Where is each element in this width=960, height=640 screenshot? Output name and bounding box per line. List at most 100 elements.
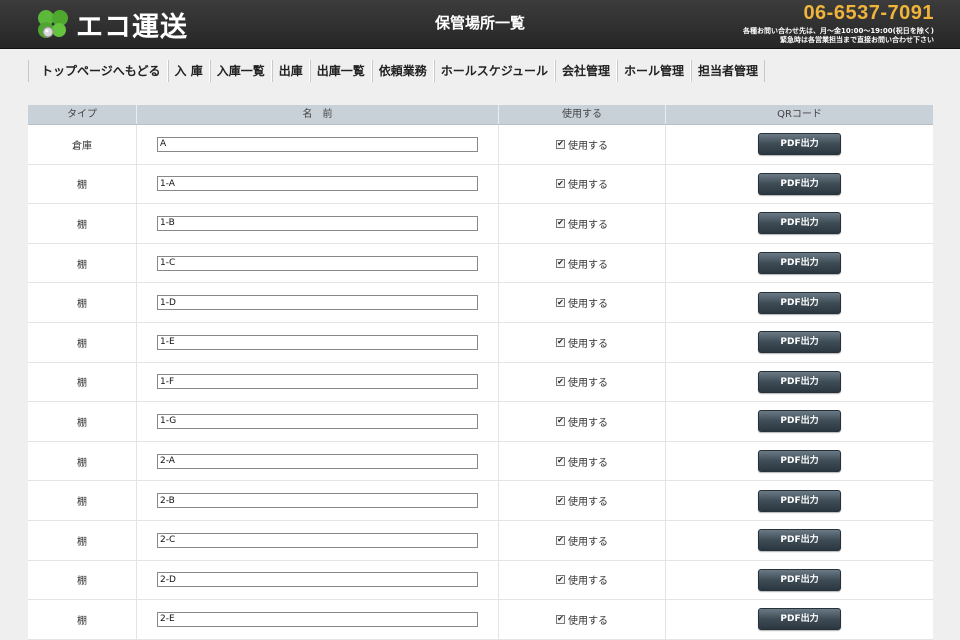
name-input[interactable] <box>157 453 478 469</box>
cell-type: 棚 <box>28 362 137 402</box>
use-checkbox[interactable]: ✔ <box>556 377 565 387</box>
pdf-export-button[interactable]: PDF出力 <box>758 252 841 275</box>
pdf-export-button[interactable]: PDF出力 <box>758 529 841 552</box>
name-input[interactable] <box>157 532 478 548</box>
cell-type: 棚 <box>28 520 137 560</box>
pdf-export-button[interactable]: PDF出力 <box>758 370 841 393</box>
name-input[interactable] <box>157 611 478 627</box>
use-checkbox-label[interactable]: ✔ 使用する <box>556 533 608 548</box>
pdf-export-button[interactable]: PDF出力 <box>758 331 841 354</box>
use-checkbox-label[interactable]: ✔ 使用する <box>556 414 608 429</box>
cell-use: ✔ 使用する <box>499 243 666 283</box>
use-checkbox-label[interactable]: ✔ 使用する <box>556 216 608 231</box>
col-header-qr: QRコード <box>777 109 822 120</box>
use-checkbox[interactable]: ✔ <box>556 416 565 426</box>
name-input[interactable] <box>157 295 478 311</box>
use-checkbox-label[interactable]: ✔ 使用する <box>556 335 608 350</box>
cell-use: ✔ 使用する <box>499 164 666 204</box>
use-label: 使用する <box>568 180 608 192</box>
cell-type: 棚 <box>28 322 137 362</box>
table-row: 棚 ✔ 使用する PDF出力 <box>28 481 933 521</box>
use-checkbox-label[interactable]: ✔ 使用する <box>556 137 608 152</box>
type-text: 棚 <box>77 536 87 548</box>
use-checkbox[interactable]: ✔ <box>556 218 565 228</box>
cell-type: 倉庫 <box>28 125 137 164</box>
logo[interactable]: エコ運送 <box>34 6 188 43</box>
name-input[interactable] <box>157 255 478 271</box>
nav-item-receiving[interactable]: 入 庫 <box>167 60 210 82</box>
pdf-export-button[interactable]: PDF出力 <box>758 608 841 631</box>
use-checkbox[interactable]: ✔ <box>556 258 565 268</box>
use-checkbox-label[interactable]: ✔ 使用する <box>556 612 608 627</box>
name-input[interactable] <box>157 136 478 152</box>
logo-text: エコ運送 <box>76 11 188 43</box>
type-text: 棚 <box>77 219 87 231</box>
pdf-export-button[interactable]: PDF出力 <box>758 450 841 473</box>
use-label: 使用する <box>568 140 608 152</box>
cell-qr: PDF出力 <box>666 323 933 362</box>
use-label: 使用する <box>568 259 608 271</box>
use-checkbox[interactable]: ✔ <box>556 614 565 624</box>
cell-qr: PDF出力 <box>666 283 933 322</box>
table-row: 棚 ✔ 使用する PDF出力 <box>28 362 933 403</box>
use-checkbox-label[interactable]: ✔ 使用する <box>556 374 608 389</box>
nav-item-top[interactable]: トップページへもどる <box>28 60 168 82</box>
use-checkbox-label[interactable]: ✔ 使用する <box>556 454 608 469</box>
use-label: 使用する <box>568 536 608 548</box>
table-row: 棚 ✔ 使用する PDF出力 <box>28 243 933 284</box>
use-checkbox[interactable]: ✔ <box>556 179 565 189</box>
use-checkbox[interactable]: ✔ <box>556 456 565 466</box>
name-input[interactable] <box>157 413 478 429</box>
pdf-export-button[interactable]: PDF出力 <box>758 568 841 591</box>
use-checkbox[interactable]: ✔ <box>556 139 565 149</box>
nav-item-staff-admin[interactable]: 担当者管理 <box>690 60 765 82</box>
use-checkbox[interactable]: ✔ <box>556 298 565 308</box>
use-checkbox[interactable]: ✔ <box>556 337 565 347</box>
pdf-export-button[interactable]: PDF出力 <box>758 291 841 314</box>
use-checkbox-label[interactable]: ✔ 使用する <box>556 572 608 587</box>
nav-item-receiving-list[interactable]: 入庫一覧 <box>209 60 272 82</box>
pdf-export-button[interactable]: PDF出力 <box>758 133 841 156</box>
cell-use: ✔ 使用する <box>499 283 666 322</box>
use-checkbox-label[interactable]: ✔ 使用する <box>556 176 608 191</box>
nav-item-requests[interactable]: 依頼業務 <box>371 60 434 82</box>
pdf-export-button[interactable]: PDF出力 <box>758 212 841 235</box>
use-checkbox-label[interactable]: ✔ 使用する <box>556 295 608 310</box>
name-input[interactable] <box>157 374 478 390</box>
name-input[interactable] <box>157 215 478 231</box>
cell-use: ✔ 使用する <box>499 600 666 639</box>
site-header: エコ運送 保管場所一覧 06-6537-7091 各種お問い合わせ先は、月〜金1… <box>0 0 960 49</box>
table-row: 棚 ✔ 使用する PDF出力 <box>28 402 933 442</box>
table-row: 倉庫 ✔ 使用する PDF出力 <box>28 125 933 165</box>
phone-number: 06-6537-7091 <box>803 2 934 24</box>
clover-logo-icon <box>38 10 68 38</box>
cell-name <box>137 204 499 243</box>
cell-use: ✔ 使用する <box>499 362 666 402</box>
use-checkbox-label[interactable]: ✔ 使用する <box>556 493 608 508</box>
name-input[interactable] <box>157 334 478 350</box>
cell-qr: PDF出力 <box>666 600 933 639</box>
nav-item-hall-schedule[interactable]: ホールスケジュール <box>433 60 555 82</box>
nav-item-shipping-list[interactable]: 出庫一覧 <box>309 60 372 82</box>
nav-item-company-admin[interactable]: 会社管理 <box>554 60 617 82</box>
name-input[interactable] <box>157 572 478 588</box>
use-checkbox[interactable]: ✔ <box>556 496 565 506</box>
use-checkbox-label[interactable]: ✔ 使用する <box>556 256 608 271</box>
cell-qr: PDF出力 <box>666 402 933 441</box>
name-input[interactable] <box>157 493 478 509</box>
pdf-export-button[interactable]: PDF出力 <box>758 489 841 512</box>
use-checkbox[interactable]: ✔ <box>556 575 565 585</box>
table-row: 棚 ✔ 使用する PDF出力 <box>28 441 933 482</box>
use-checkbox[interactable]: ✔ <box>556 535 565 545</box>
col-header-use: 使用する <box>499 105 666 124</box>
pdf-export-button[interactable]: PDF出力 <box>758 410 841 433</box>
cell-name <box>137 560 499 600</box>
cell-type: 棚 <box>28 560 137 600</box>
col-header-type: タイプ <box>28 105 137 124</box>
type-text: 棚 <box>77 259 87 271</box>
pdf-export-button[interactable]: PDF出力 <box>758 172 841 195</box>
cell-name <box>137 243 499 283</box>
name-input[interactable] <box>157 176 478 192</box>
nav-item-shipping[interactable]: 出庫 <box>271 60 310 82</box>
nav-item-hall-admin[interactable]: ホール管理 <box>616 60 691 82</box>
